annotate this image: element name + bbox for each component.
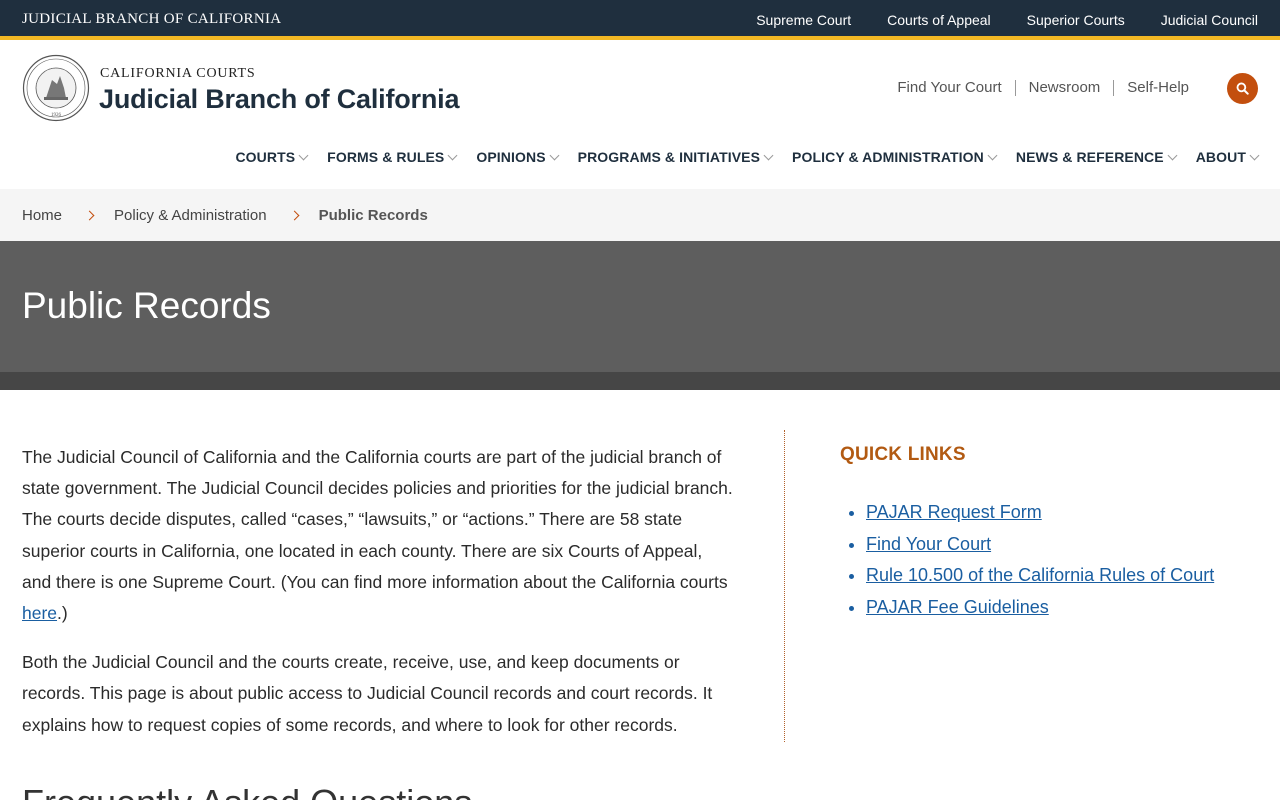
utility-title: JUDICIAL BRANCH OF CALIFORNIA bbox=[22, 11, 282, 27]
quick-link-pajar-request-form[interactable]: PAJAR Request Form bbox=[866, 502, 1042, 522]
chevron-down-icon bbox=[298, 150, 309, 160]
utility-link-superior-courts[interactable]: Superior Courts bbox=[1027, 12, 1125, 28]
records-paragraph: Both the Judicial Council and the courts… bbox=[22, 652, 713, 735]
nav-policy-administration[interactable]: POLICY & ADMINISTRATION bbox=[792, 149, 998, 165]
chevron-down-icon bbox=[987, 150, 998, 160]
courts-info-link[interactable]: here bbox=[22, 603, 57, 623]
chevron-down-icon bbox=[1167, 150, 1178, 160]
breadcrumb-home[interactable]: Home bbox=[22, 207, 62, 224]
quick-link-pajar-fee-guidelines[interactable]: PAJAR Fee Guidelines bbox=[866, 597, 1049, 617]
header-link-self-help[interactable]: Self-Help bbox=[1114, 79, 1202, 96]
judicial-council-seal-logo[interactable]: 1926 bbox=[22, 54, 90, 122]
header-link-find-your-court[interactable]: Find Your Court bbox=[884, 79, 1014, 96]
quick-links-list: PAJAR Request Form Find Your Court Rule … bbox=[866, 497, 1240, 623]
header-link-newsroom[interactable]: Newsroom bbox=[1016, 79, 1114, 96]
chevron-down-icon bbox=[549, 150, 560, 160]
utility-link-courts-of-appeal[interactable]: Courts of Appeal bbox=[887, 12, 991, 28]
chevron-right-icon bbox=[289, 210, 300, 220]
site-header: 1926 CALIFORNIA COURTS Judicial Branch o… bbox=[0, 44, 1280, 189]
utility-bar: JUDICIAL BRANCH OF CALIFORNIA Supreme Co… bbox=[0, 0, 1280, 40]
utility-link-judicial-council[interactable]: Judicial Council bbox=[1161, 12, 1258, 28]
quick-link-find-your-court[interactable]: Find Your Court bbox=[866, 534, 991, 554]
search-button[interactable] bbox=[1227, 73, 1258, 104]
quick-links-title: QUICK LINKS bbox=[840, 444, 966, 465]
content-divider bbox=[784, 430, 785, 742]
nav-news-reference[interactable]: NEWS & REFERENCE bbox=[1016, 149, 1178, 165]
quick-links-sidebar: QUICK LINKS PAJAR Request Form Find Your… bbox=[840, 444, 1240, 623]
brand-subtitle: CALIFORNIA COURTS bbox=[100, 66, 256, 81]
list-item: PAJAR Request Form bbox=[866, 497, 1240, 529]
seal-year: 1926 bbox=[51, 113, 62, 118]
main-nav: COURTS FORMS & RULES OPINIONS PROGRAMS &… bbox=[235, 149, 1260, 165]
page-title: Public Records bbox=[22, 285, 271, 326]
brand-title[interactable]: Judicial Branch of California bbox=[99, 84, 459, 115]
list-item: Find Your Court bbox=[866, 529, 1240, 561]
chevron-down-icon bbox=[1249, 150, 1260, 160]
list-item: PAJAR Fee Guidelines bbox=[866, 592, 1240, 624]
list-item: Rule 10.500 of the California Rules of C… bbox=[866, 560, 1240, 592]
nav-about[interactable]: ABOUT bbox=[1196, 149, 1260, 165]
hero-bottom-band bbox=[0, 372, 1280, 390]
utility-links: Supreme Court Courts of Appeal Superior … bbox=[756, 12, 1258, 28]
breadcrumb-current: Public Records bbox=[318, 206, 428, 224]
nav-courts[interactable]: COURTS bbox=[235, 149, 309, 165]
quick-link-rule-10-500[interactable]: Rule 10.500 of the California Rules of C… bbox=[866, 565, 1214, 585]
utility-link-supreme-court[interactable]: Supreme Court bbox=[756, 12, 851, 28]
chevron-down-icon bbox=[763, 150, 774, 160]
search-icon bbox=[1236, 82, 1249, 95]
breadcrumb: Home Policy & Administration Public Reco… bbox=[0, 189, 1280, 241]
page-hero: Public Records bbox=[0, 241, 1280, 372]
nav-programs-initiatives[interactable]: PROGRAMS & INITIATIVES bbox=[578, 149, 774, 165]
nav-opinions[interactable]: OPINIONS bbox=[476, 149, 560, 165]
nav-forms-rules[interactable]: FORMS & RULES bbox=[327, 149, 458, 165]
main-content: The Judicial Council of California and t… bbox=[22, 442, 734, 759]
header-links: Find Your Court Newsroom Self-Help bbox=[884, 79, 1202, 96]
chevron-down-icon bbox=[447, 150, 458, 160]
faq-heading: Frequently Asked Questions bbox=[22, 782, 472, 800]
breadcrumb-policy-administration[interactable]: Policy & Administration bbox=[114, 207, 267, 224]
intro-paragraph: The Judicial Council of California and t… bbox=[22, 447, 733, 624]
chevron-right-icon bbox=[84, 210, 95, 220]
